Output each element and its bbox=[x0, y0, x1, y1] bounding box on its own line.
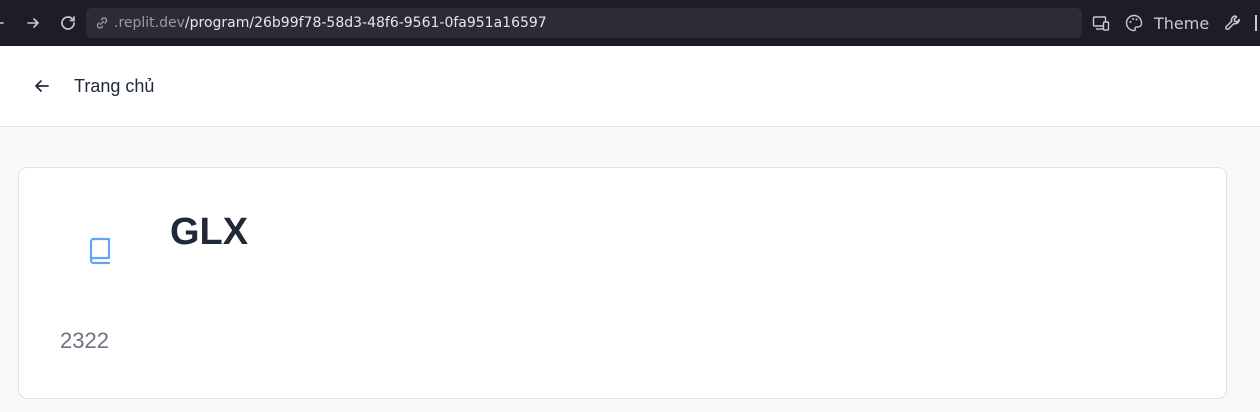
url-path: /program/26b99f78-58d3-48f6-9561-0fa951a… bbox=[184, 15, 547, 31]
url-host: .replit.dev bbox=[114, 15, 185, 31]
program-card[interactable]: GLX 2322 bbox=[18, 167, 1227, 399]
palette-icon bbox=[1124, 13, 1144, 33]
devices-icon[interactable] bbox=[1091, 9, 1111, 37]
overflow-icon[interactable] bbox=[1255, 9, 1257, 37]
theme-label: Theme bbox=[1154, 13, 1210, 33]
book-icon bbox=[87, 236, 113, 266]
arrow-left-icon[interactable] bbox=[28, 72, 56, 100]
program-number: 2322 bbox=[60, 328, 109, 353]
reload-icon[interactable] bbox=[54, 9, 82, 37]
theme-button[interactable]: Theme bbox=[1124, 9, 1209, 37]
page-title: Trang chủ bbox=[74, 76, 155, 96]
address-bar[interactable]: .replit.dev/program/26b99f78-58d3-48f6-9… bbox=[86, 8, 1082, 38]
program-title: GLX bbox=[170, 211, 249, 253]
app-header: Trang chủ bbox=[0, 46, 1260, 127]
wrench-icon[interactable] bbox=[1223, 9, 1243, 37]
link-icon bbox=[94, 15, 110, 31]
browser-toolbar: .replit.dev/program/26b99f78-58d3-48f6-9… bbox=[0, 0, 1260, 46]
forward-arrow-icon[interactable] bbox=[19, 9, 47, 37]
back-arrow-icon[interactable] bbox=[0, 9, 12, 37]
